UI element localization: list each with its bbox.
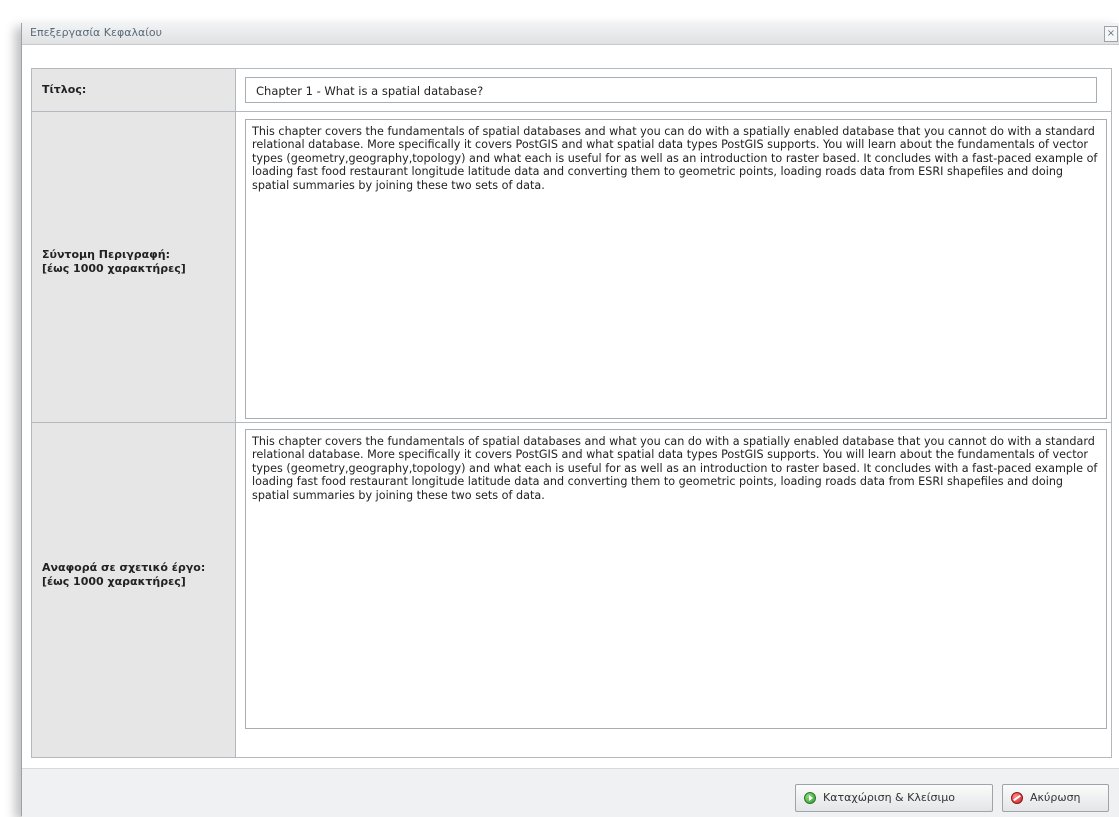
save-ok-icon bbox=[804, 792, 816, 804]
title-label-cell: Τίτλος: bbox=[32, 69, 236, 111]
dialog-titlebar: Επεξεργασία Κεφαλαίου × bbox=[22, 23, 1119, 45]
title-label: Τίτλος: bbox=[42, 83, 87, 96]
summary-row: Σύντομη Περιγραφή: [έως 1000 χαρακτήρες]… bbox=[32, 112, 1111, 423]
summary-label: Σύντομη Περιγραφή: [έως 1000 χαρακτήρες] bbox=[42, 248, 186, 275]
cancel-icon bbox=[1011, 792, 1023, 804]
reference-value-cell: This chapter covers the fundamentals of … bbox=[236, 423, 1111, 757]
summary-label-cell: Σύντομη Περιγραφή: [έως 1000 χαρακτήρες] bbox=[32, 112, 236, 422]
chapter-form: Τίτλος: Chapter 1 - What is a spatial da… bbox=[31, 68, 1112, 758]
dialog-title: Επεξεργασία Κεφαλαίου bbox=[30, 26, 163, 39]
cancel-button[interactable]: Ακύρωση bbox=[1002, 784, 1109, 812]
reference-row: Αναφορά σε σχετικό έργο: [έως 1000 χαρακ… bbox=[32, 423, 1111, 757]
summary-value-cell: This chapter covers the fundamentals of … bbox=[236, 112, 1111, 422]
save-and-close-label: Καταχώριση & Κλείσιμο bbox=[823, 791, 955, 804]
cancel-label: Ακύρωση bbox=[1030, 791, 1081, 804]
title-input[interactable]: Chapter 1 - What is a spatial database? bbox=[245, 77, 1097, 103]
title-value-cell: Chapter 1 - What is a spatial database? bbox=[236, 69, 1111, 111]
screen: Επεξεργασία Κεφαλαίου × Τίτλος: Chapter … bbox=[0, 0, 1119, 817]
close-icon[interactable]: × bbox=[1104, 26, 1118, 42]
reference-label: Αναφορά σε σχετικό έργο: [έως 1000 χαρακ… bbox=[42, 561, 206, 588]
dialog-footer: Καταχώριση & Κλείσιμο Ακύρωση bbox=[22, 768, 1119, 817]
title-row: Τίτλος: Chapter 1 - What is a spatial da… bbox=[32, 69, 1111, 112]
save-and-close-button[interactable]: Καταχώριση & Κλείσιμο bbox=[795, 784, 993, 812]
summary-textarea[interactable]: This chapter covers the fundamentals of … bbox=[245, 119, 1107, 419]
reference-label-cell: Αναφορά σε σχετικό έργο: [έως 1000 χαρακ… bbox=[32, 423, 236, 757]
edit-chapter-dialog: Επεξεργασία Κεφαλαίου × Τίτλος: Chapter … bbox=[21, 23, 1119, 817]
reference-textarea[interactable]: This chapter covers the fundamentals of … bbox=[245, 429, 1107, 729]
